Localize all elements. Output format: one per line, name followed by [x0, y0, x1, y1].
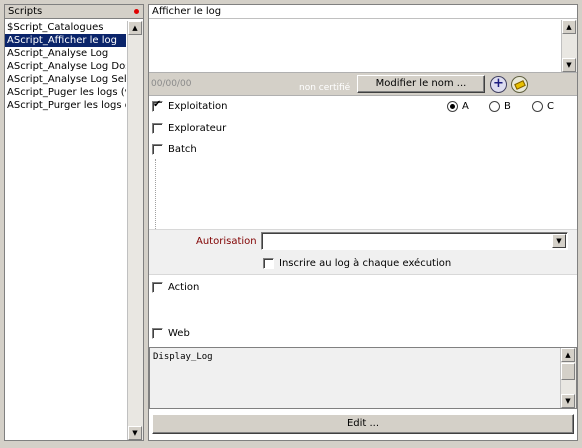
level-c-radio[interactable]: [532, 101, 543, 112]
script-list-item[interactable]: AScript_Analyse Log: [5, 47, 126, 60]
level-c-label: C: [547, 101, 554, 112]
script-toolbar: 00/00/00 non certifié Modifier le nom ..…: [149, 72, 577, 96]
status-dot-icon: [134, 9, 139, 14]
level-a-radio[interactable]: [447, 101, 458, 112]
exploitation-label: Exploitation: [168, 101, 228, 112]
certified-status: non certifié: [299, 83, 351, 93]
code-scrollbar[interactable]: ▲ ▼: [560, 348, 576, 408]
script-code-text: Display_Log: [153, 352, 213, 362]
scroll-down-icon[interactable]: ▼: [561, 394, 575, 408]
script-description-area[interactable]: [149, 20, 577, 72]
batch-label: Batch: [168, 144, 197, 155]
script-code-area[interactable]: Display_Log: [149, 347, 577, 409]
scroll-up-icon[interactable]: ▲: [128, 21, 142, 35]
scroll-up-icon[interactable]: ▲: [562, 20, 576, 34]
batch-tree-connector: [155, 159, 156, 231]
script-list-item-selected[interactable]: AScript_Afficher le log: [5, 34, 126, 47]
level-a-label: A: [462, 101, 469, 112]
plus-circle-icon[interactable]: +: [490, 76, 507, 93]
action-label: Action: [168, 282, 200, 293]
authorisation-select[interactable]: ▼: [261, 232, 568, 250]
script-detail-panel: Afficher le log ▲ ▼ 00/00/00 non certifi…: [148, 4, 578, 441]
script-list-item[interactable]: AScript_Purger les logs d: [5, 99, 126, 112]
scroll-down-icon[interactable]: ▼: [562, 58, 576, 72]
scripts-list[interactable]: $Script_Catalogues AScript_Afficher le l…: [5, 21, 126, 439]
script-list-item[interactable]: $Script_Catalogues: [5, 21, 126, 34]
scroll-up-icon[interactable]: ▲: [561, 348, 575, 362]
log-each-run-checkbox[interactable]: [263, 258, 274, 269]
batch-checkbox[interactable]: [152, 144, 163, 155]
scroll-down-icon[interactable]: ▼: [128, 426, 142, 440]
log-each-run-label: Inscrire au log à chaque exécution: [279, 258, 452, 269]
eraser-icon[interactable]: [511, 76, 528, 93]
chevron-down-icon[interactable]: ▼: [552, 234, 566, 248]
script-list-item[interactable]: AScript_Analyse Log Sel: [5, 73, 126, 86]
scripts-panel: Scripts $Script_Catalogues AScript_Affic…: [4, 4, 144, 441]
script-title-field[interactable]: Afficher le log: [149, 5, 577, 19]
authorisation-label: Autorisation: [196, 236, 257, 247]
scripts-panel-title: Scripts: [8, 6, 43, 17]
script-list-item[interactable]: AScript_Puger les logs (v: [5, 86, 126, 99]
web-label: Web: [168, 328, 190, 339]
description-scrollbar[interactable]: ▲ ▼: [561, 20, 577, 72]
scroll-thumb[interactable]: [561, 363, 575, 380]
level-b-label: B: [504, 101, 511, 112]
explorateur-checkbox[interactable]: [152, 123, 163, 134]
web-checkbox[interactable]: [152, 328, 163, 339]
script-date: 00/00/00: [151, 79, 192, 89]
script-title: Afficher le log: [152, 6, 222, 17]
explorateur-label: Explorateur: [168, 123, 227, 134]
action-checkbox[interactable]: [152, 282, 163, 293]
rename-button[interactable]: Modifier le nom ...: [357, 75, 485, 93]
script-list-item[interactable]: AScript_Analyse Log Dos: [5, 60, 126, 73]
edit-button[interactable]: Edit ...: [152, 414, 574, 434]
scripts-list-scrollbar[interactable]: ▲ ▼: [127, 21, 143, 440]
exploitation-checkbox[interactable]: [152, 99, 163, 112]
scripts-panel-header: Scripts: [5, 5, 143, 19]
level-b-radio[interactable]: [489, 101, 500, 112]
